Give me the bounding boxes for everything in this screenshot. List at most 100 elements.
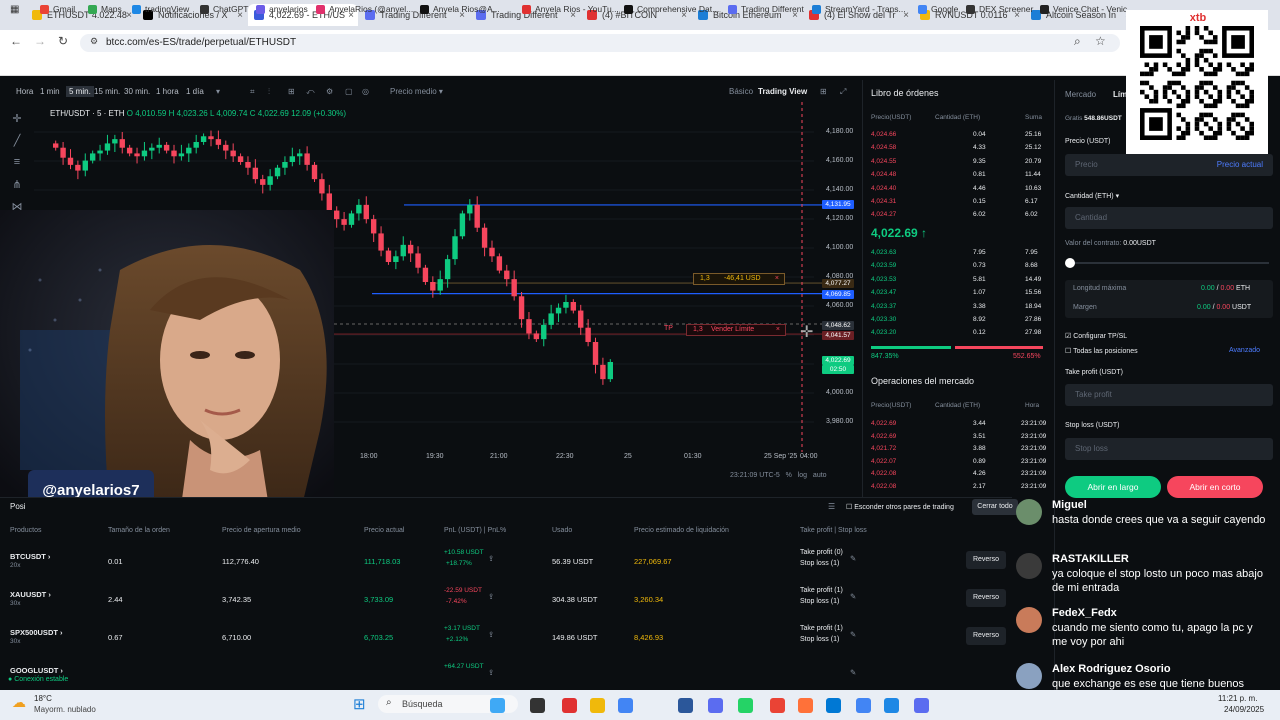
bid-row[interactable]: 4,023.37 3.38 18.94 [871,303,1047,312]
price-scale[interactable]: 4,180.00 4,160.00 4,140.00 4,120.00 4,100.00… [818,102,858,462]
sl-close-icon[interactable]: × [775,275,779,282]
taskbar-app-icon[interactable] [914,698,929,713]
bookmark-star-icon[interactable]: ☆ [1095,34,1106,48]
taskbar-app-icon[interactable] [618,698,633,713]
position-symbol[interactable]: GOOGLUSDT › [10,666,63,675]
position-sl[interactable]: Stop loss (1) [800,636,839,643]
bid-row[interactable]: 4,023.53 5.81 14.49 [871,276,1047,285]
positions-tab[interactable]: Posi [10,502,26,511]
ask-row[interactable]: 4,024.40 4.46 10.63 [871,185,1047,194]
taskbar-app-icon[interactable] [884,698,899,713]
auto-toggle[interactable]: auto [813,472,827,479]
ask-row[interactable]: 4,024.27 6.02 6.02 [871,211,1047,220]
position-row[interactable]: XAUUSDT › 30x 2.44 3,742.35 3,733.09 -22.59 U… [0,584,1012,622]
bookmark-item[interactable]: AnyelaRios (@anyel... [316,4,413,14]
taskbar-app-icon[interactable] [770,698,785,713]
chart-type-icon[interactable]: ⫶ [268,87,270,97]
bookmark-item[interactable]: DEX Screener [966,4,1033,14]
position-tp[interactable]: Take profit (1) [800,587,843,594]
share-icon[interactable]: ⇪ [488,668,494,677]
open-long-button[interactable]: Abrir en largo [1065,476,1161,498]
open-short-button[interactable]: Abrir en corto [1167,476,1263,498]
settings-icon[interactable]: ⚙ [326,87,333,96]
bookmark-item[interactable]: Comprehensive Dat... [624,4,719,14]
position-symbol[interactable]: SPX500USDT › [10,628,63,637]
interval-option[interactable]: 1 día [186,87,204,96]
zoom-icon[interactable]: ⌕ [1074,34,1081,49]
ask-row[interactable]: 4,024.48 0.81 11.44 [871,171,1047,180]
tp-close-icon[interactable]: × [776,326,780,333]
taskbar-app-icon[interactable] [530,698,545,713]
positions-filter-icon[interactable]: ☰ [828,502,835,511]
bookmark-item[interactable]: Venice Chat - Venic... [1040,4,1134,14]
interval-option[interactable]: 15 min. [94,87,120,96]
start-menu-icon[interactable]: ⊞ [353,695,366,713]
bookmark-item[interactable]: ChatGPT [200,4,248,14]
taskbar-app-icon[interactable] [856,698,871,713]
edit-tpsl-icon[interactable]: ✎ [850,668,856,677]
address-bar[interactable]: btcc.com/es-ES/trade/perpetual/ETHUSDT [80,34,1120,52]
taskbar-app-icon[interactable] [678,698,693,713]
position-symbol[interactable]: XAUUSDT › [10,590,51,599]
price-input[interactable]: Precio Precio actual [1065,154,1273,176]
all-positions-checkbox[interactable]: ☐ Todas las posiciones [1065,347,1138,355]
taskbar-app-icon[interactable] [798,698,813,713]
taskbar-app-icon[interactable] [490,698,505,713]
forward-icon[interactable]: → [34,34,46,48]
site-info-icon[interactable]: ⚙ [90,36,98,47]
qty-slider-handle[interactable] [1065,258,1075,268]
position-row[interactable]: BTCUSDT › 20x 0.01 112,776.40 111,718.03 +10.… [0,546,1012,584]
edit-tpsl-icon[interactable]: ✎ [850,592,856,601]
share-icon[interactable]: ⇪ [488,630,494,639]
grid-layout-icon[interactable]: ⊞ [820,87,827,96]
layout-icon[interactable]: ⊞ [288,87,295,96]
take-profit-order-label[interactable]: 1,3 Vender Límite × [686,324,786,336]
position-symbol[interactable]: BTCUSDT › [10,552,50,561]
ask-row[interactable]: 4,024.55 9.35 20.79 [871,158,1047,167]
apps-grid-icon[interactable]: ▦ [10,4,19,15]
reload-icon[interactable]: ↻ [58,34,68,48]
taskbar-app-icon[interactable] [562,698,577,713]
bookmark-item[interactable]: Trading Different [728,4,804,14]
qty-slider-track[interactable] [1069,262,1269,264]
edit-tpsl-icon[interactable]: ✎ [850,554,856,563]
screenshot-icon[interactable]: ◎ [362,87,369,96]
position-tp[interactable]: Take profit (0) [800,549,843,556]
position-row[interactable]: SPX500USDT › 30x 0.67 6,710.00 6,703.25 +3.17… [0,622,1012,660]
take-profit-input[interactable]: Take profit [1065,384,1273,406]
bid-row[interactable]: 4,023.20 0.12 27.98 [871,329,1047,338]
fib-icon[interactable]: ⋔ [10,178,24,192]
weather-icon[interactable]: ☁ [12,694,26,711]
bookmark-item[interactable]: StreamYard - Trans... [812,4,906,14]
bid-row[interactable]: 4,023.59 0.73 8.68 [871,262,1047,271]
stop-loss-input[interactable]: Stop loss [1065,438,1273,460]
share-icon[interactable]: ⇪ [488,554,494,563]
position-sl[interactable]: Stop loss (1) [800,560,839,567]
trendline-icon[interactable]: ╱ [10,134,24,148]
taskbar-app-icon[interactable] [590,698,605,713]
reverse-button[interactable]: Reverso [966,627,1006,645]
indicators-icon[interactable]: ⌗ [250,87,255,97]
interval-dropdown-icon[interactable]: ▾ [216,87,220,96]
share-icon[interactable]: ⇪ [488,592,494,601]
ask-row[interactable]: 4,024.66 0.04 25.16 [871,131,1047,140]
bookmark-item[interactable]: anyelarios [256,4,308,14]
log-toggle[interactable]: log [798,472,807,479]
taskbar-app-icon[interactable] [826,698,841,713]
bookmark-item[interactable]: Anyela Rios - YouTu... [522,4,619,14]
bookmark-item[interactable]: tradingView [132,4,189,14]
stop-loss-order-label[interactable]: 1,3 -46,41 USD × [693,273,785,285]
fullscreen-icon[interactable]: ▢ [345,87,353,96]
interval-option[interactable]: 30 min. [124,87,150,96]
bid-row[interactable]: 4,023.47 1.07 15.56 [871,289,1047,298]
advanced-link[interactable]: Avanzado [1229,347,1260,354]
undo-icon[interactable]: ⤺ [306,87,315,97]
expand-icon[interactable]: ⤢ [840,87,846,97]
position-tp[interactable]: Take profit (1) [800,625,843,632]
position-sl[interactable]: Stop loss (1) [800,598,839,605]
view-tradingview-tab[interactable]: Trading View [758,87,807,96]
taskbar-app-icon[interactable] [738,698,753,713]
edit-tpsl-icon[interactable]: ✎ [850,630,856,639]
horizontal-line-icon[interactable]: ≡ [10,156,24,170]
percent-toggle[interactable]: % [786,472,792,479]
